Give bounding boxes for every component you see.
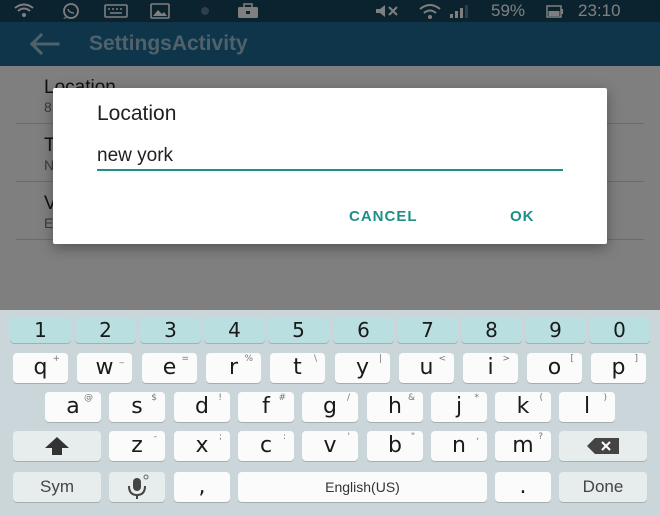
- key-label: t: [293, 355, 302, 380]
- key-label: p: [611, 355, 626, 380]
- key-label: y: [355, 355, 370, 380]
- key-7[interactable]: 7: [397, 317, 458, 343]
- key-label: l: [583, 394, 591, 419]
- key-l[interactable]: ) l: [559, 392, 615, 422]
- key-e[interactable]: = e: [142, 353, 197, 383]
- soft-keyboard: 1 2 3 4 5 6 7 8 9 0 + q _ w = e % r \ t | y < u…: [0, 310, 660, 515]
- key-label: 7: [421, 318, 434, 342]
- location-dialog: Location CANCEL OK: [53, 88, 607, 244]
- key-label: e: [162, 355, 177, 380]
- space-key[interactable]: English(US): [238, 472, 487, 502]
- key-k[interactable]: (k: [495, 392, 551, 422]
- key-label: v: [323, 433, 337, 458]
- key-label: d: [195, 394, 209, 419]
- key-u[interactable]: < u: [399, 353, 454, 383]
- key-label: 1: [34, 318, 47, 342]
- key-s[interactable]: $ s: [109, 392, 165, 422]
- backspace-key[interactable]: [559, 431, 647, 461]
- key-label: o: [547, 355, 562, 380]
- key-label: x: [195, 433, 209, 458]
- backspace-icon: [587, 438, 619, 454]
- key-label: a: [66, 394, 80, 419]
- key-g[interactable]: / g: [302, 392, 358, 422]
- key-label: i: [487, 355, 494, 380]
- key-label: q: [33, 355, 48, 380]
- key-c[interactable]: :c: [238, 431, 294, 461]
- key-label: 8: [485, 318, 498, 342]
- key-j[interactable]: * j: [431, 392, 487, 422]
- key-label: j: [455, 394, 463, 419]
- key-label: 5: [292, 318, 305, 342]
- key-x[interactable]: ; x: [174, 431, 230, 461]
- key-label: s: [131, 394, 143, 419]
- key-label: u: [419, 355, 434, 380]
- key-label: f: [262, 394, 270, 419]
- key-label: r: [228, 355, 239, 380]
- comma-key[interactable]: ,: [174, 472, 230, 502]
- key-label: z: [131, 433, 143, 458]
- key-d[interactable]: ! d: [174, 392, 230, 422]
- key-label: 6: [357, 318, 370, 342]
- key-label: 3: [164, 318, 177, 342]
- key-a[interactable]: @ a: [45, 392, 101, 422]
- key-label: h: [388, 394, 402, 419]
- key-1[interactable]: 1: [10, 317, 71, 343]
- sym-label: Sym: [40, 477, 74, 496]
- key-w[interactable]: _ w: [77, 353, 132, 383]
- key-t[interactable]: \ t: [270, 353, 325, 383]
- key-label: g: [323, 394, 337, 419]
- key-label: 2: [99, 318, 112, 342]
- sym-key[interactable]: Sym: [13, 472, 101, 502]
- key-label: k: [516, 394, 530, 419]
- key-z[interactable]: -z: [109, 431, 165, 461]
- key-label: m: [512, 433, 534, 458]
- key-o[interactable]: [o: [527, 353, 582, 383]
- space-label: English(US): [325, 479, 400, 495]
- key-label: n: [452, 433, 466, 458]
- key-label: w: [95, 355, 114, 380]
- key-r[interactable]: % r: [206, 353, 261, 383]
- key-label: 4: [228, 318, 241, 342]
- cancel-button[interactable]: CANCEL: [349, 208, 418, 226]
- microphone-icon: [128, 474, 149, 499]
- ok-button[interactable]: OK: [510, 208, 535, 226]
- key-i[interactable]: > i: [463, 353, 518, 383]
- key-label: c: [259, 433, 273, 458]
- key-label: 0: [613, 318, 626, 342]
- key-label: b: [388, 433, 402, 458]
- location-input[interactable]: [97, 143, 563, 171]
- key-3[interactable]: 3: [140, 317, 201, 343]
- key-f[interactable]: # f: [238, 392, 294, 422]
- key-n[interactable]: ,n: [431, 431, 487, 461]
- key-q[interactable]: + q: [13, 353, 68, 383]
- key-0[interactable]: 0: [589, 317, 650, 343]
- key-label: ,: [198, 474, 206, 499]
- key-m[interactable]: ? m: [495, 431, 551, 461]
- dialog-title: Location: [97, 102, 177, 125]
- shift-key[interactable]: [13, 431, 101, 461]
- key-y[interactable]: | y: [335, 353, 390, 383]
- key-5[interactable]: 5: [268, 317, 329, 343]
- key-label: .: [519, 474, 527, 499]
- period-key[interactable]: .: [495, 472, 551, 502]
- key-label: 9: [549, 318, 562, 342]
- key-v[interactable]: ' v: [302, 431, 358, 461]
- key-h[interactable]: & h: [367, 392, 423, 422]
- key-6[interactable]: 6: [333, 317, 394, 343]
- key-p[interactable]: ] p: [591, 353, 646, 383]
- key-9[interactable]: 9: [525, 317, 586, 343]
- key-b[interactable]: " b: [367, 431, 423, 461]
- key-8[interactable]: 8: [461, 317, 522, 343]
- voice-input-key[interactable]: [109, 472, 165, 502]
- key-2[interactable]: 2: [75, 317, 136, 343]
- shift-arrow-icon: [45, 437, 69, 455]
- key-4[interactable]: 4: [204, 317, 265, 343]
- done-key[interactable]: Done: [559, 472, 647, 502]
- done-label: Done: [582, 477, 624, 496]
